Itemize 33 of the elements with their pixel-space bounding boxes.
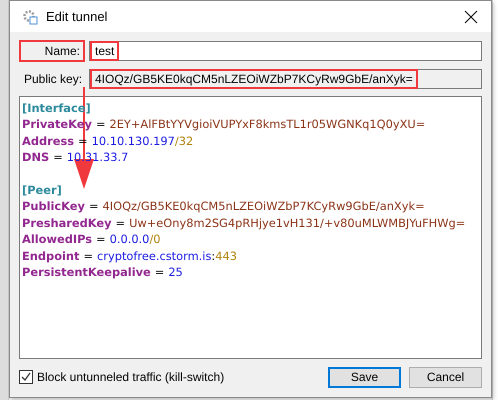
config-key: Endpoint	[22, 248, 80, 264]
config-section: [Peer]	[22, 182, 62, 198]
config-key: Address	[22, 132, 74, 150]
config-value: 25	[168, 264, 183, 280]
config-value: cryptofree.cstorm.is:443	[97, 248, 237, 264]
cancel-button[interactable]: Cancel	[409, 366, 482, 388]
config-editor[interactable]	[19, 96, 482, 359]
name-field[interactable]: test	[89, 41, 482, 61]
public-key-label: Public key:	[23, 71, 84, 88]
equals-sign: =	[154, 264, 164, 280]
equals-sign: =	[116, 214, 126, 232]
config-key: DNS	[22, 149, 50, 166]
equals-sign: =	[53, 149, 63, 166]
kill-switch-label: Block untunneled traffic (kill-switch)	[37, 370, 224, 384]
close-icon[interactable]	[464, 10, 478, 24]
config-key: PublicKey	[22, 198, 85, 215]
equals-sign: =	[88, 198, 98, 215]
equals-sign: =	[96, 116, 106, 133]
config-value: 10.10.130.197/32	[92, 132, 194, 150]
save-button[interactable]: Save	[328, 366, 401, 388]
config-value: 4IOQz/GB5KE0kqCM5nLZEOiWZbP7KCyRw9GbE/anXyk=	[102, 198, 425, 215]
equals-sign: =	[96, 231, 106, 248]
config-key: PresharedKey	[22, 214, 112, 232]
config-key: AllowedIPs	[22, 231, 92, 248]
window-title: Edit tunnel	[46, 9, 108, 24]
config-value: 2EY+AlFBtYYVgioiVUPYxF8kmsTL1r05WGNKq1Q0yXU=	[109, 116, 426, 133]
name-label: Name:	[19, 40, 85, 62]
config-key: PersistentKeepalive	[22, 264, 151, 280]
equals-sign: =	[83, 248, 94, 264]
config-value: 0.0.0.0/0	[110, 231, 161, 248]
public-key-field[interactable]: 4IOQz/GB5KE0kqCM5nLZEOiWZbP7KCyRw9GbE/anXyk=	[89, 69, 482, 89]
config-value: Uw+eOny8m2SG4pRHjye1vH131/+v80uMLWMBJYuFHWg=	[129, 214, 466, 232]
checkbox[interactable]	[19, 370, 33, 384]
